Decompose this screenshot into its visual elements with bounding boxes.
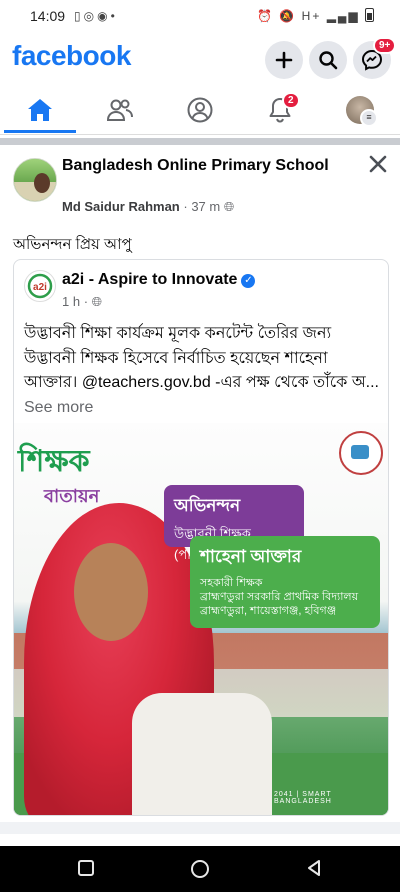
- recents-button[interactable]: [76, 858, 96, 883]
- teacher-info-box: শাহেনা আক্তার সহকারী শিক্ষক ব্রাহ্মণডুরা…: [190, 536, 380, 628]
- seal-logo: [339, 431, 383, 475]
- system-icons: ⏰ 🔕 H+ ▂▄▆: [257, 8, 374, 23]
- close-icon: [369, 155, 387, 173]
- sim-icon: ▯: [74, 9, 84, 23]
- active-tab-indicator: [4, 130, 76, 133]
- facebook-logo[interactable]: facebook: [12, 40, 131, 72]
- shared-page-name[interactable]: a2i - Aspire to Innovate ✓: [62, 271, 256, 289]
- back-button[interactable]: [304, 858, 324, 883]
- notification-badge: 2: [282, 92, 300, 109]
- feed-bottom: [0, 822, 400, 834]
- menu-avatar: ≡: [346, 96, 378, 127]
- notification-icons: ▯◎◉•: [74, 9, 118, 23]
- messenger-icon: ◉: [97, 9, 111, 23]
- search-button[interactable]: [309, 41, 347, 79]
- tab-friends[interactable]: [80, 88, 160, 132]
- plus-icon: [275, 51, 293, 69]
- whatsapp-icon: ◎: [83, 9, 98, 23]
- battery-icon: [365, 8, 374, 22]
- signal-icon: ▂▄▆: [326, 9, 360, 23]
- status-bar: 14:09 ▯◎◉• ⏰ 🔕 H+ ▂▄▆: [0, 0, 400, 32]
- post-author[interactable]: Md Saidur Rahman: [62, 199, 180, 214]
- teacher-face: [74, 543, 148, 641]
- page-avatar[interactable]: [13, 158, 57, 202]
- home-icon: [28, 99, 52, 121]
- search-icon: [319, 51, 338, 70]
- close-post-button[interactable]: [369, 153, 387, 179]
- post-meta: Md Saidur Rahman · 37 m 🌐︎: [62, 199, 235, 214]
- teacher-shirt: [132, 693, 272, 815]
- network-type: H+: [301, 9, 322, 23]
- menu-icon: ≡: [360, 109, 378, 127]
- shikkhok-batayon-logo: শিক্ষক বাতায়ন: [18, 444, 100, 507]
- post-page-name[interactable]: Bangladesh Online Primary School: [62, 156, 342, 176]
- mute-icon: 🔕: [279, 9, 297, 23]
- create-button[interactable]: [265, 41, 303, 79]
- recents-icon: [78, 860, 94, 876]
- home-button[interactable]: [189, 858, 211, 885]
- alarm-icon: ⏰: [257, 9, 275, 23]
- image-tagline: 2041 | SMART BANGLADESH: [274, 791, 332, 805]
- profile-icon: [187, 97, 213, 123]
- post-text: অভিনন্দন প্রিয় আপু: [13, 236, 132, 253]
- post-image[interactable]: শিক্ষক বাতায়ন অভিনন্দন উদ্ভাবনী শিক্ষক …: [14, 423, 388, 815]
- friends-icon: [106, 99, 133, 121]
- globe-icon: 🌐︎: [223, 199, 235, 214]
- globe-icon: 🌐︎: [91, 294, 103, 309]
- nav-tabs: 2 ≡: [0, 88, 400, 135]
- see-more-link[interactable]: See more: [24, 399, 93, 416]
- shared-body: উদ্ভাবনী শিক্ষা কার্যক্রম মূলক কনটেন্ট ত…: [24, 325, 380, 416]
- dot-icon: •: [110, 9, 118, 23]
- post-time[interactable]: 37 m: [191, 199, 220, 214]
- system-nav-bar: [0, 846, 400, 892]
- messenger-button[interactable]: 9+: [353, 37, 397, 79]
- tab-home[interactable]: [0, 88, 80, 133]
- a2i-logo-text: a2i: [33, 282, 47, 293]
- back-icon: [308, 860, 320, 876]
- shared-meta: 1 h · 🌐︎: [62, 294, 103, 309]
- tab-menu[interactable]: ≡: [320, 88, 400, 132]
- status-time: 14:09: [30, 8, 66, 24]
- feed-divider: [0, 138, 400, 145]
- a2i-logo[interactable]: a2i: [24, 270, 56, 302]
- messenger-badge: 9+: [373, 37, 397, 54]
- tab-profile[interactable]: [160, 88, 240, 132]
- circle-home-icon: [191, 860, 209, 878]
- tab-notifications[interactable]: 2: [240, 88, 320, 132]
- shared-post[interactable]: a2i a2i - Aspire to Innovate ✓ 1 h · 🌐︎ উ…: [13, 259, 389, 816]
- shared-time[interactable]: 1 h: [62, 294, 80, 309]
- verified-icon: ✓: [241, 274, 256, 288]
